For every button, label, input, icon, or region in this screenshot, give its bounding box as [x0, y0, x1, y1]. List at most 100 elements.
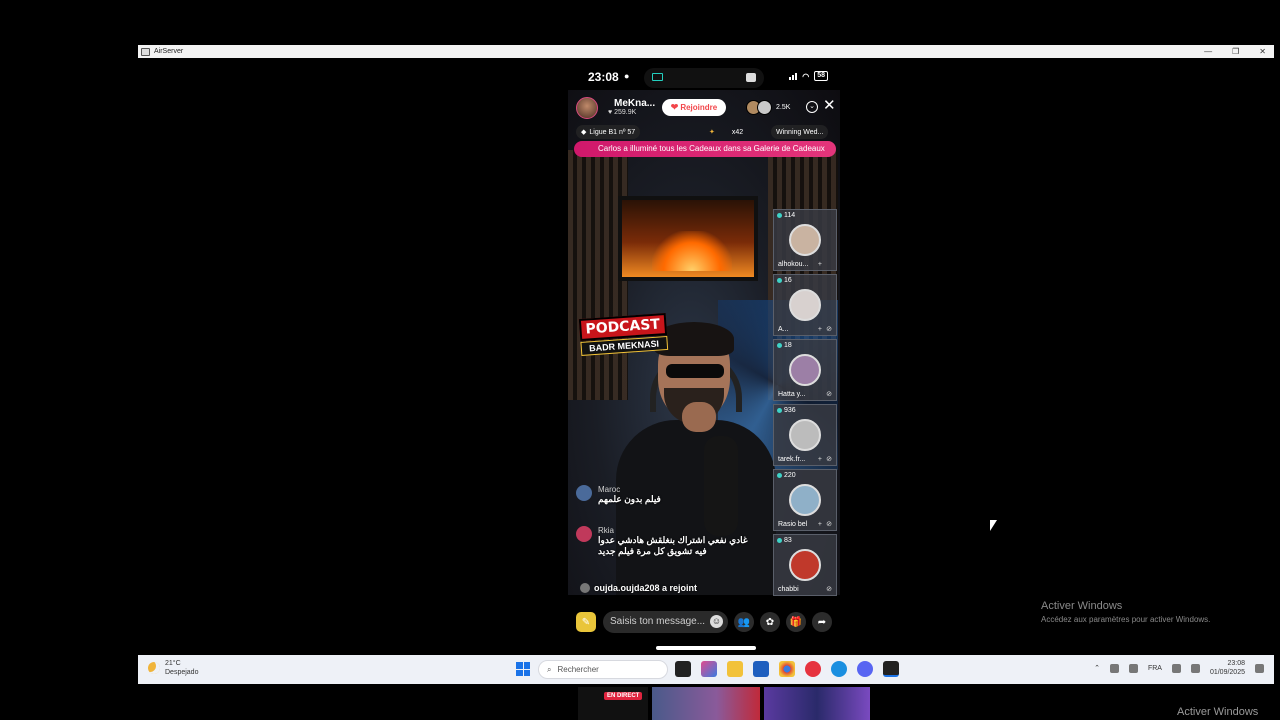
close-icon[interactable]: ✕ [823, 98, 836, 114]
stream-thumbnail[interactable] [652, 687, 760, 720]
home-indicator[interactable] [656, 646, 756, 650]
gift-icon[interactable]: 🎁 [786, 612, 806, 632]
message-input[interactable]: Saisis ton message... ☺ [603, 611, 728, 633]
window-controls: — ❐ ✕ [1204, 45, 1266, 58]
gift-banner[interactable]: Carlos a illuminé tous les Cadeaux dans … [574, 141, 836, 157]
mic-muted-icon: ⊘ [826, 456, 832, 463]
chrome-icon[interactable] [779, 661, 795, 677]
wifi-icon[interactable] [1171, 663, 1181, 673]
guest-count: 220 [777, 472, 796, 479]
badges-row: ◆ Ligue B1 nº 57 ✦ x42 Winning Wed... [576, 125, 838, 139]
app-icon[interactable] [805, 661, 821, 677]
notification-icon[interactable] [1255, 663, 1264, 673]
discord-icon[interactable] [857, 661, 873, 677]
guest-tile[interactable]: 83 chabbi ⊘ [773, 534, 837, 596]
taskbar-clock[interactable]: 23:08 01/09/2025 [1210, 659, 1245, 677]
close-window-button[interactable]: ✕ [1259, 47, 1266, 56]
minimize-button[interactable]: — [1204, 47, 1212, 56]
copilot-icon[interactable] [701, 661, 717, 677]
guest-tile[interactable]: 16 A... + ⊘ [773, 274, 837, 336]
top-viewers[interactable] [746, 100, 772, 115]
gift-icon: ✦ [709, 129, 715, 136]
volume-icon[interactable] [1190, 663, 1200, 673]
guest-tile[interactable]: 936 tarek.fr... + ⊘ [773, 404, 837, 466]
taskbar: 21°C Despejado ⌕ Rechercher ⌃ FRA 23:08 … [138, 655, 1274, 684]
watermark-subtitle: Accédez aux paramètres pour activer Wind… [1041, 615, 1211, 624]
battery-indicator: 58 [814, 71, 828, 81]
guest-avatar [789, 419, 821, 451]
multiplier-badge[interactable]: ✦ x42 [704, 125, 748, 139]
edge-icon[interactable] [831, 661, 847, 677]
comment-text: فيه تشويق كل مرة فيلم جديد [598, 546, 707, 556]
guests-icon[interactable]: 👥 [734, 612, 754, 632]
league-badge[interactable]: ◆ Ligue B1 nº 57 [576, 125, 641, 139]
host-likes: ♥ 259.9K [608, 109, 637, 116]
winning-badge[interactable]: Winning Wed... [771, 125, 829, 139]
live-bottom-bar: ✎ Saisis ton message... ☺ 👥 ✿ 🎁 ➦ [568, 608, 840, 636]
chevron-up-icon[interactable]: ⌃ [1094, 664, 1100, 672]
airserver-taskbar-icon[interactable] [883, 661, 899, 677]
weather-temp: 21°C [165, 660, 181, 667]
mic-muted-icon: ⊘ [826, 391, 832, 398]
join-notice: oujda.oujda208 a rejoint [580, 583, 697, 593]
phone-mirror: 23:08 ● ◠ 58 PODCAST BADR MEKNASI MeKna.… [568, 64, 840, 656]
guest-avatar [789, 354, 821, 386]
mic-muted-icon: ⊘ [826, 326, 832, 333]
join-label: Rejoindre [680, 103, 718, 112]
guest-avatar [789, 224, 821, 256]
wifi-icon: ◠ [802, 71, 810, 81]
live-header: MeKna... ♥ 259.9K ❤ Rejoindre 2.5K ⌄ ✕ [568, 94, 840, 120]
viewer-count[interactable]: 2.5K [776, 104, 790, 111]
camera-icon [746, 73, 756, 82]
maximize-button[interactable]: ❐ [1232, 47, 1239, 56]
guest-name: Rasio bel [778, 521, 808, 528]
share-icon[interactable]: ➦ [812, 612, 832, 632]
start-button[interactable] [516, 662, 530, 676]
comment-item: Rkia غادي نفعي اشتراك بنغلقش هادشي عدوا … [598, 526, 748, 557]
guest-name: chabbi [778, 586, 799, 593]
quick-comment-icon[interactable]: ✎ [576, 612, 596, 632]
activation-watermark: Activer Windows Accédez aux paramètres p… [1041, 600, 1210, 624]
guest-tile[interactable]: 114 alhokou... + [773, 209, 837, 271]
stream-thumbnail[interactable] [764, 687, 870, 720]
add-icon: + [817, 456, 822, 463]
message-placeholder: Saisis ton message... [610, 616, 706, 627]
store-icon[interactable] [753, 661, 769, 677]
fireplace-screen [618, 196, 758, 281]
live-thumbnail[interactable]: EN DIRECT [578, 687, 648, 720]
weather-widget[interactable]: 21°C Despejado [148, 659, 198, 677]
language-indicator[interactable]: FRA [1148, 665, 1162, 672]
chevron-down-icon[interactable]: ⌄ [806, 101, 818, 113]
mic-icon[interactable] [1128, 663, 1138, 673]
person-icon: ● [624, 71, 630, 81]
file-explorer-icon[interactable] [727, 661, 743, 677]
guest-count: 18 [777, 342, 792, 349]
comment-item: Maroc فيلم بدون علمهم [598, 485, 661, 505]
guest-tile[interactable]: 220 Rasio bel + ⊘ [773, 469, 837, 531]
comment-user: Maroc [598, 485, 621, 494]
network-icon[interactable] [1109, 663, 1119, 673]
host-name[interactable]: MeKna... [614, 98, 655, 109]
mic-muted-icon: ⊘ [826, 521, 832, 528]
rose-gift-icon[interactable]: ✿ [760, 612, 780, 632]
league-label: Ligue B1 nº 57 [589, 128, 636, 136]
guest-count-value: 220 [784, 472, 796, 479]
guest-count: 16 [777, 277, 792, 284]
screen: AirServer — ❐ ✕ 23:08 ● ◠ 58 PODCAST BAD… [0, 0, 1280, 720]
winning-label: Winning Wed... [776, 128, 824, 136]
guest-name: Hatta y... [778, 391, 806, 398]
multiplier-label: x42 [731, 128, 744, 136]
emoji-icon[interactable]: ☺ [710, 615, 723, 628]
add-icon: + [817, 326, 822, 333]
taskbar-search[interactable]: ⌕ Rechercher [538, 660, 668, 679]
join-button[interactable]: ❤ Rejoindre [662, 99, 726, 116]
guest-count-value: 16 [784, 277, 792, 284]
guest-tile[interactable]: 18 Hatta y... ⊘ [773, 339, 837, 401]
moon-icon [148, 662, 160, 674]
guest-count: 114 [777, 212, 795, 219]
host-avatar[interactable] [576, 97, 598, 119]
search-icon: ⌕ [547, 664, 552, 674]
microphone [704, 436, 738, 536]
guest-count-value: 18 [784, 342, 792, 349]
task-view-icon[interactable] [675, 661, 691, 677]
